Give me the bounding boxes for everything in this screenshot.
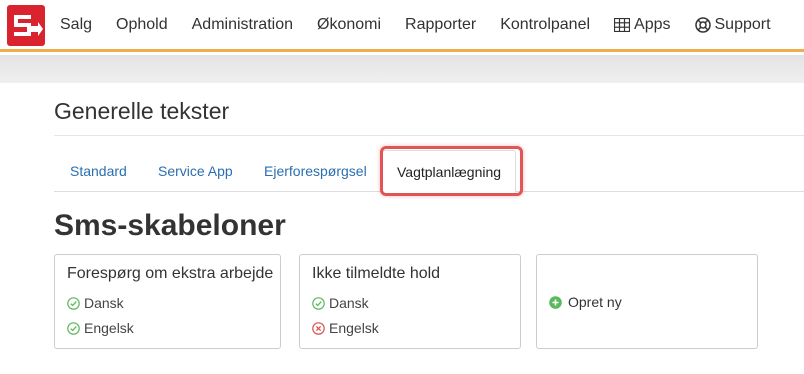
check-circle-icon [67,321,80,335]
top-navbar: Salg Ophold Administration Økonomi Rappo… [0,0,804,52]
tab-standard[interactable]: Standard [70,163,127,179]
nav-item-okonomi[interactable]: Økonomi [317,16,381,34]
page-title: Generelle tekster [54,98,230,124]
tab-ejerforesporgsel[interactable]: Ejerforespørgsel [264,163,367,179]
grid-icon [614,18,631,32]
highlight-box [380,146,523,196]
template-title: Ikke tilmeldte hold [312,265,441,282]
section-title: Sms-skabeloner [54,209,286,242]
sub-header-bar [0,55,804,83]
nav-item-support[interactable]: Support [694,16,771,34]
divider [54,135,804,136]
app-logo[interactable] [7,5,45,46]
template-title: Forespørg om ekstra arbejde [67,265,274,282]
template-card: Ikke tilmeldte hold Dansk Engelsk [299,254,521,349]
create-new-button[interactable]: Opret ny [549,294,622,310]
language-link-dansk[interactable]: Dansk [67,295,124,311]
lifebuoy-icon [694,17,711,33]
plus-circle-icon [549,295,562,309]
language-link-engelsk[interactable]: Engelsk [312,320,379,336]
nav-item-ophold[interactable]: Ophold [116,16,168,34]
tab-service-app[interactable]: Service App [158,163,233,179]
nav-item-apps[interactable]: Apps [614,16,671,34]
nav-item-salg[interactable]: Salg [60,16,92,34]
check-circle-icon [312,296,325,310]
template-card: Forespørg om ekstra arbejde Dansk Engels… [54,254,281,349]
nav-item-administration[interactable]: Administration [192,16,293,34]
language-link-engelsk[interactable]: Engelsk [67,320,134,336]
x-circle-icon [312,321,325,335]
create-template-card[interactable]: Opret ny [536,254,758,349]
language-link-dansk[interactable]: Dansk [312,295,369,311]
nav-item-kontrolpanel[interactable]: Kontrolpanel [500,16,590,34]
nav-item-rapporter[interactable]: Rapporter [405,16,476,34]
check-circle-icon [67,296,80,310]
